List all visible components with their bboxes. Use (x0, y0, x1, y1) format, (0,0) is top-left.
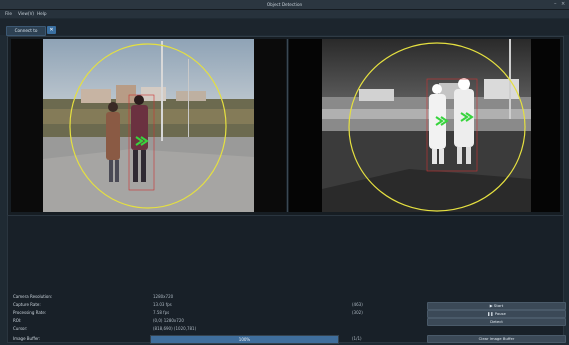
minimize-button[interactable]: – (554, 0, 557, 9)
processing-rate-count: (302) (352, 310, 363, 315)
menu-help[interactable]: Help (37, 10, 47, 18)
toolbar (0, 19, 569, 35)
menu-bar: File View(V) Help (0, 10, 569, 18)
processing-rate-label: Processing Rate: (13, 310, 47, 315)
image-buffer-progress: 100% (150, 335, 339, 344)
processing-rate-value: 7.58 fps (153, 310, 170, 315)
menu-file[interactable]: File (5, 10, 12, 18)
capture-rate-value: 13.03 fps (153, 302, 172, 307)
close-window-button[interactable]: × (561, 0, 565, 9)
menu-view[interactable]: View(V) (18, 10, 34, 18)
roi-value: (0,0) 1280x720 (153, 318, 184, 323)
capture-rate-label: Capture Rate: (13, 302, 41, 307)
color-frame-image (11, 39, 286, 212)
window-title: Object Detection (266, 2, 303, 7)
close-icon[interactable]: ✕ (47, 26, 56, 34)
detect-button[interactable]: Detect (427, 318, 566, 326)
camera-resolution-label: Camera Resolution: (13, 294, 53, 299)
image-buffer-label: Image Buffer: (13, 336, 41, 341)
image-buffer-text: 100% (238, 337, 251, 342)
title-bar: Object Detection – × (0, 0, 569, 10)
thermal-frame-image (289, 39, 560, 212)
camera-resolution-value: 1280x720 (153, 294, 174, 299)
color-camera-view (11, 39, 286, 212)
view-divider (287, 39, 288, 212)
clear-image-buffer-button[interactable]: Clear Image Buffer (427, 335, 566, 343)
cursor-label: Cursor: (13, 326, 28, 331)
roi-label: ROI: (13, 318, 22, 323)
image-buffer-count: (1/1) (352, 336, 362, 341)
start-button[interactable]: ▶ Start (427, 302, 566, 310)
capture-rate-count: (463) (352, 302, 363, 307)
connect-camera-button[interactable]: Connect to Camera... (6, 26, 46, 41)
cursor-value: (818,690) (1020,781) (153, 326, 197, 331)
pause-button[interactable]: ❚❚ Pause (427, 310, 566, 318)
thermal-camera-view (289, 39, 560, 212)
